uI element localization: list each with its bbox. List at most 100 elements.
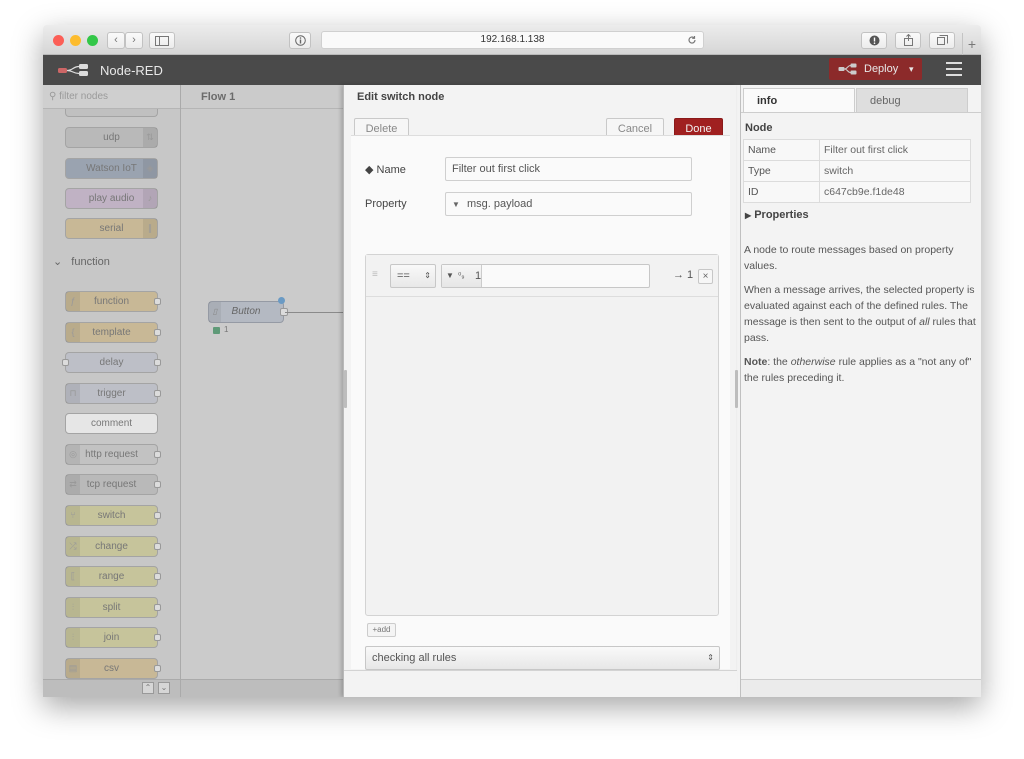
- palette-node-label: split: [102, 602, 121, 613]
- share-button[interactable]: [895, 32, 921, 49]
- palette-node-label: template: [92, 327, 131, 338]
- palette-node-label: serial: [99, 223, 124, 234]
- node-status-icon: [213, 327, 220, 334]
- globe-icon: ◎: [66, 445, 80, 464]
- tray-footer: [344, 670, 737, 697]
- flow-workspace[interactable]: Flow 1 ▯ Button 1: [181, 85, 343, 697]
- palette-filter-input[interactable]: ⚲ filter nodes: [43, 85, 180, 109]
- share-icon: [903, 33, 913, 46]
- palette-node-http-request[interactable]: ◎ http request: [65, 444, 161, 465]
- speaker-icon: ♪: [143, 189, 157, 208]
- forward-button[interactable]: ›: [125, 32, 143, 49]
- info-icon: [294, 35, 306, 46]
- palette-node-join[interactable]: ⫶ join: [65, 627, 161, 648]
- palette-node-watson-iot[interactable]: Watson IoT ◈: [65, 158, 158, 179]
- palette-category-function[interactable]: ⌄ function: [43, 252, 180, 272]
- close-icon: ×: [702, 271, 709, 282]
- palette-footer: ⌃ ⌄: [43, 679, 180, 697]
- palette-node-comment[interactable]: comment: [65, 413, 158, 434]
- extension-button[interactable]: [861, 32, 887, 49]
- expand-all-button[interactable]: ⌄: [158, 682, 170, 694]
- palette-node-udp[interactable]: udp ⇅: [65, 127, 158, 148]
- rule-operator-select[interactable]: == ⇕: [390, 264, 436, 288]
- workspace-resize-handle[interactable]: [344, 370, 347, 408]
- tab-debug[interactable]: debug: [856, 88, 968, 113]
- drag-handle-icon[interactable]: ≡: [372, 269, 378, 280]
- rules-container: ≡ == ⇕ ▼ ⁰₉ 1 → 1 ×: [365, 254, 719, 616]
- workspace-footer: [181, 679, 343, 697]
- flow-wire[interactable]: [285, 312, 343, 313]
- palette-node-label: tcp request: [86, 479, 137, 490]
- palette-node-split[interactable]: ⫶ split: [65, 597, 161, 618]
- palette-node-change[interactable]: ⤮ change: [65, 536, 161, 557]
- description-p1: A node to route messages based on proper…: [744, 244, 954, 272]
- chevron-down-icon: ⌄: [160, 683, 168, 692]
- rule-value: 1: [475, 270, 482, 282]
- updown-icon: ⇕: [424, 271, 431, 280]
- udp-icon: ⇅: [143, 128, 157, 147]
- palette-node-label: play audio: [88, 193, 135, 204]
- deploy-button[interactable]: Deploy ▾: [829, 58, 922, 80]
- tabs-icon: [936, 35, 948, 45]
- property-input[interactable]: ▼ msg. payload: [445, 192, 692, 216]
- palette-node-label: join: [103, 632, 120, 643]
- rule-mode-select[interactable]: checking all rules ⇕: [365, 646, 720, 670]
- table-row: Type switch: [743, 160, 971, 182]
- palette-node-switch[interactable]: ⑂ switch: [65, 505, 161, 526]
- flow-node-button[interactable]: ▯ Button: [208, 297, 288, 323]
- palette-node-function[interactable]: ƒ function: [65, 291, 161, 312]
- category-label: function: [71, 256, 110, 268]
- mode-value: checking all rules: [372, 652, 457, 664]
- shuffle-icon: ⤮: [66, 537, 80, 556]
- chevron-right-icon: ›: [132, 34, 136, 46]
- remove-rule-button[interactable]: ×: [698, 269, 713, 284]
- address-bar[interactable]: 192.168.1.138: [321, 31, 704, 49]
- tray-title: Edit switch node: [357, 91, 445, 103]
- palette-node-serial[interactable]: serial ∥: [65, 218, 158, 239]
- palette-node-play-audio[interactable]: play audio ♪: [65, 188, 158, 209]
- zoom-window-button[interactable]: [87, 35, 98, 46]
- deploy-caret-icon[interactable]: ▾: [909, 58, 914, 80]
- name-input[interactable]: Filter out first click: [445, 157, 692, 181]
- palette-node-tcp-request[interactable]: ⇄ tcp request: [65, 474, 161, 495]
- palette-node-label: csv: [104, 663, 119, 674]
- rule-value-input[interactable]: ▼ ⁰₉ 1: [441, 264, 650, 288]
- rule-row: ≡ == ⇕ ▼ ⁰₉ 1 → 1 ×: [366, 255, 718, 297]
- description-p2: When a message arrives, the selected pro…: [744, 284, 976, 344]
- back-button[interactable]: ‹: [107, 32, 125, 49]
- tab-info[interactable]: info: [743, 88, 855, 113]
- sidebar-resize-handle[interactable]: [735, 370, 738, 408]
- node-properties-table: Name Filter out first click Type switch ID…: [743, 139, 971, 203]
- properties-toggle[interactable]: ▶ Properties: [745, 209, 809, 221]
- button-node-icon: ▯: [209, 302, 221, 322]
- tab-flow-1[interactable]: Flow 1: [201, 91, 235, 103]
- app-title: Node-RED: [100, 63, 163, 78]
- collapse-all-button[interactable]: ⌃: [142, 682, 154, 694]
- updown-icon: ⇕: [707, 653, 714, 662]
- palette-node-delay[interactable]: delay: [62, 352, 161, 373]
- palette-node-template[interactable]: { template: [65, 322, 161, 343]
- chevron-up-icon: ⌃: [144, 683, 152, 692]
- palette-node-csv[interactable]: ▤ csv: [65, 658, 161, 679]
- tabs-overview-button[interactable]: [929, 32, 955, 49]
- new-tab-button[interactable]: +: [962, 33, 981, 55]
- plus-icon: +: [967, 36, 977, 52]
- reload-icon[interactable]: [687, 35, 697, 45]
- deploy-label: Deploy: [864, 63, 899, 75]
- filter-placeholder: filter nodes: [59, 91, 109, 102]
- close-window-button[interactable]: [53, 35, 64, 46]
- node-red-logo-icon: [58, 64, 88, 76]
- palette-node-label: comment: [90, 418, 133, 429]
- palette-node-trigger[interactable]: ⊓ trigger: [65, 383, 161, 404]
- site-info-button[interactable]: [289, 32, 311, 49]
- minimize-window-button[interactable]: [70, 35, 81, 46]
- palette-node-label: Watson IoT: [86, 163, 137, 174]
- template-icon: {: [66, 323, 80, 342]
- add-rule-button[interactable]: +add: [367, 623, 396, 637]
- palette-node-range[interactable]: ⟦ range: [65, 566, 161, 587]
- palette-node-partial[interactable]: [65, 109, 158, 117]
- search-icon: ⚲: [49, 91, 57, 102]
- main-menu-button[interactable]: [946, 62, 962, 76]
- hamburger-icon: [946, 62, 962, 64]
- sidebar-toggle-button[interactable]: [149, 32, 175, 49]
